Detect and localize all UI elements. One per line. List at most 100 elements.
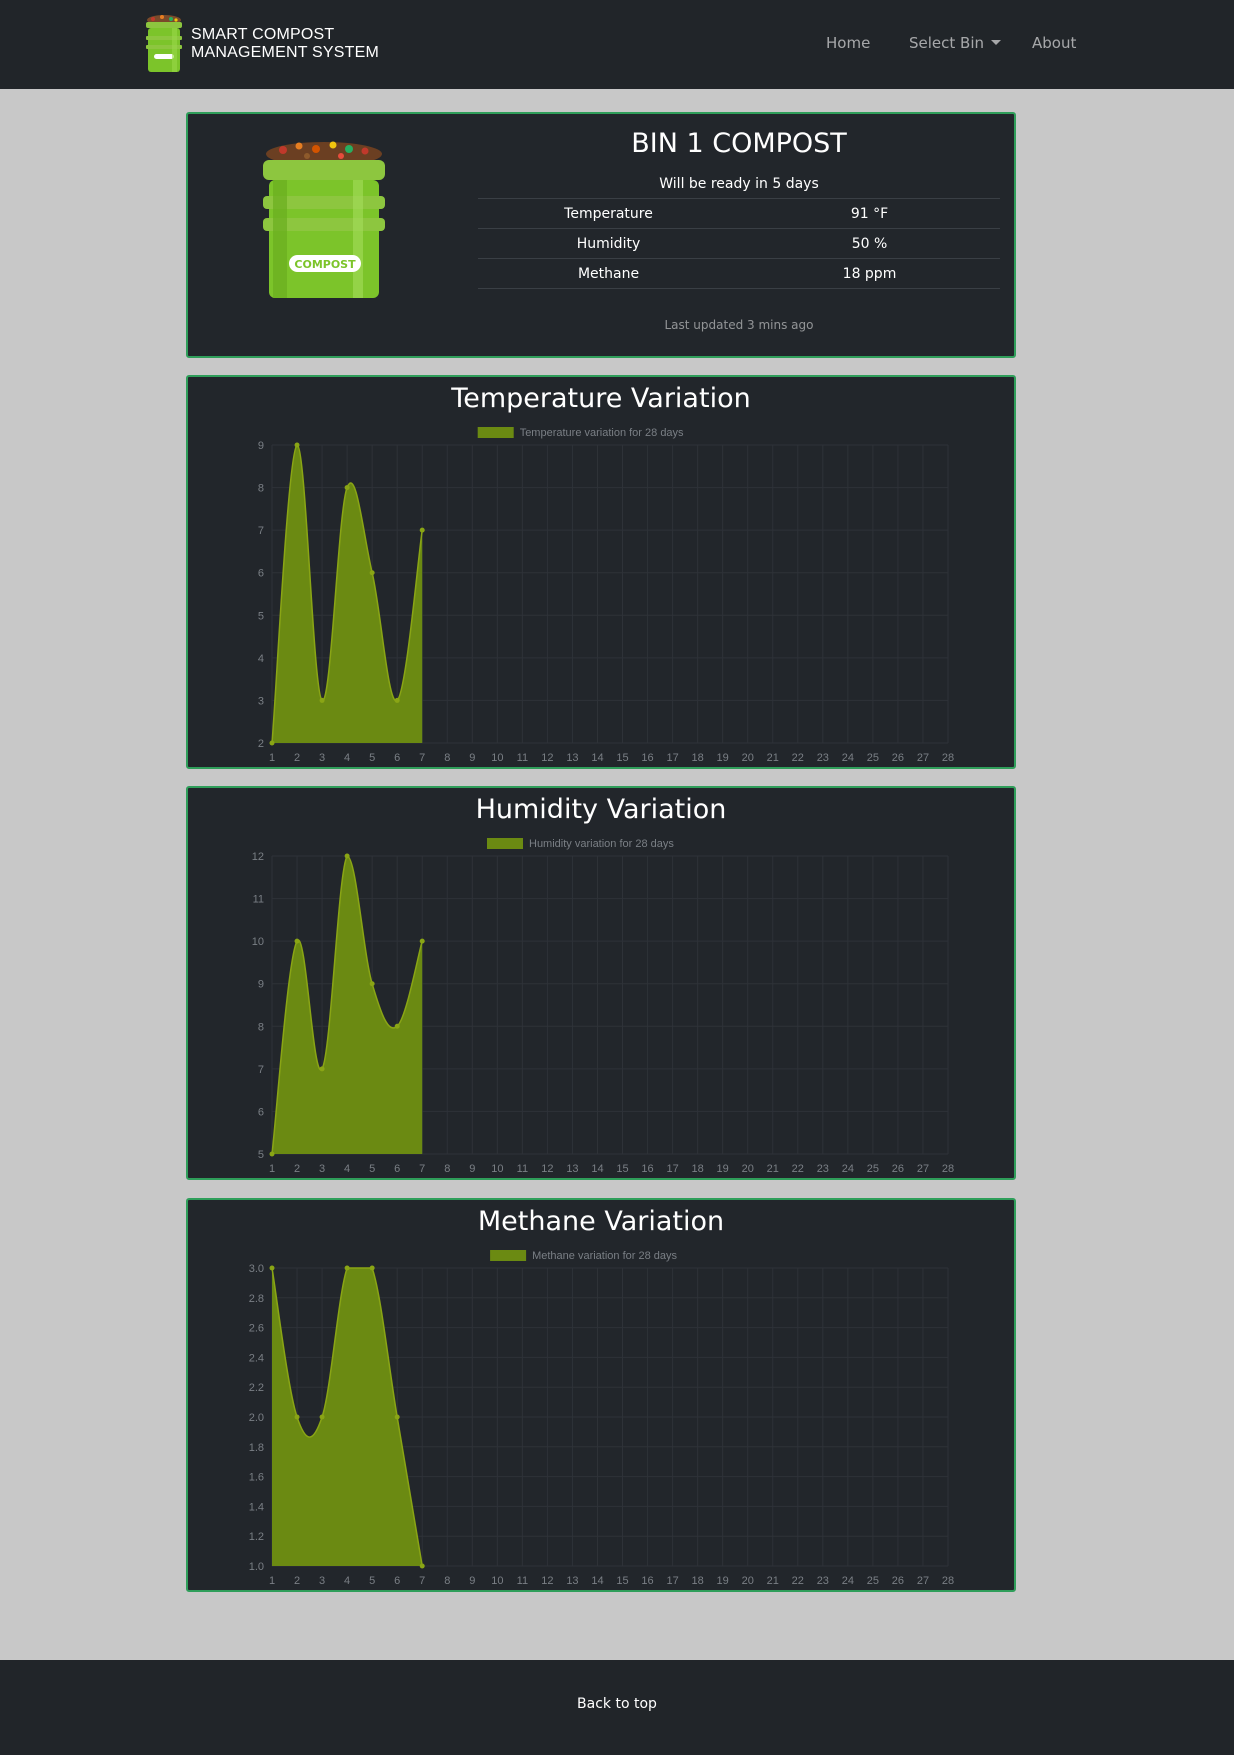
y-tick-label: 1.6 bbox=[249, 1472, 264, 1484]
x-tick-label: 12 bbox=[541, 752, 553, 764]
x-tick-label: 3 bbox=[319, 1575, 325, 1587]
x-tick-label: 12 bbox=[541, 1163, 553, 1175]
series-area bbox=[272, 856, 423, 1154]
x-tick-label: 26 bbox=[892, 752, 904, 764]
y-tick-label: 9 bbox=[258, 440, 264, 452]
nav-links: Home Select Bin About bbox=[0, 34, 1234, 56]
nav-home-link[interactable]: Home bbox=[826, 34, 870, 52]
nav-about-link[interactable]: About bbox=[1032, 34, 1076, 52]
data-point bbox=[369, 1265, 375, 1271]
data-point bbox=[419, 938, 425, 944]
x-tick-label: 21 bbox=[767, 1575, 779, 1587]
reading-value: 91 °F bbox=[739, 198, 1000, 229]
x-tick-label: 20 bbox=[742, 1575, 754, 1587]
x-tick-label: 6 bbox=[394, 1575, 400, 1587]
x-tick-label: 27 bbox=[917, 1163, 929, 1175]
x-tick-label: 11 bbox=[517, 1163, 528, 1175]
data-point bbox=[344, 853, 350, 859]
x-tick-label: 23 bbox=[817, 1163, 829, 1175]
data-point bbox=[269, 1151, 275, 1157]
table-row: Temperature 91 °F bbox=[478, 198, 1000, 229]
x-tick-label: 25 bbox=[867, 1575, 879, 1587]
x-tick-label: 27 bbox=[917, 1575, 929, 1587]
y-tick-label: 6 bbox=[258, 568, 264, 580]
x-tick-label: 19 bbox=[717, 1575, 729, 1587]
x-tick-label: 18 bbox=[692, 752, 704, 764]
x-tick-label: 22 bbox=[792, 1575, 804, 1587]
x-tick-label: 1 bbox=[269, 1163, 275, 1175]
x-tick-label: 18 bbox=[692, 1163, 704, 1175]
x-tick-label: 4 bbox=[344, 752, 350, 764]
chart-legend: Humidity variation for 28 days bbox=[487, 838, 674, 850]
x-tick-label: 12 bbox=[541, 1575, 553, 1587]
data-point bbox=[294, 1414, 300, 1420]
data-point bbox=[344, 485, 350, 491]
x-tick-label: 9 bbox=[469, 1163, 475, 1175]
x-tick-label: 20 bbox=[742, 752, 754, 764]
x-tick-label: 1 bbox=[269, 752, 275, 764]
x-tick-label: 2 bbox=[294, 1575, 300, 1587]
methane-chart: Methane variation for 28 days 1.0 1.2 1.4 1.… bbox=[249, 1250, 954, 1587]
data-point bbox=[419, 1563, 425, 1569]
data-point bbox=[269, 1265, 275, 1271]
x-tick-label: 3 bbox=[319, 1163, 325, 1175]
y-tick-label: 2.8 bbox=[249, 1293, 264, 1305]
x-tick-label: 27 bbox=[917, 752, 929, 764]
bin-info-card: COMPOST BIN 1 COMPOST Will be ready in 5… bbox=[186, 112, 1016, 358]
data-point bbox=[394, 697, 400, 703]
y-tick-label: 1.2 bbox=[249, 1531, 264, 1543]
chart-legend: Methane variation for 28 days bbox=[490, 1250, 678, 1262]
legend-swatch bbox=[487, 838, 523, 849]
y-tick-label: 1.8 bbox=[249, 1442, 264, 1454]
data-point bbox=[419, 527, 425, 533]
reading-label: Temperature bbox=[478, 198, 739, 229]
y-tick-label: 6 bbox=[258, 1106, 264, 1118]
x-tick-label: 5 bbox=[369, 752, 375, 764]
x-tick-label: 17 bbox=[666, 1575, 678, 1587]
x-tick-label: 8 bbox=[444, 1575, 450, 1587]
y-tick-label: 2.6 bbox=[249, 1323, 264, 1335]
reading-label: Humidity bbox=[478, 228, 739, 259]
humidity-chart-card: Humidity Variation Humidity variation fo… bbox=[186, 786, 1016, 1180]
x-tick-label: 13 bbox=[566, 1575, 578, 1587]
compost-bin-image: COMPOST bbox=[263, 141, 385, 298]
y-tick-label: 10 bbox=[252, 936, 264, 948]
bin-title: BIN 1 COMPOST bbox=[631, 128, 847, 159]
y-tick-label: 3 bbox=[258, 695, 264, 707]
y-tick-label: 7 bbox=[258, 1064, 264, 1076]
nav-select-bin-dropdown[interactable]: Select Bin bbox=[909, 34, 1002, 52]
x-tick-label: 4 bbox=[344, 1163, 350, 1175]
x-tick-label: 5 bbox=[369, 1575, 375, 1587]
x-tick-label: 20 bbox=[742, 1163, 754, 1175]
x-tick-label: 8 bbox=[444, 1163, 450, 1175]
back-to-top-link[interactable]: Back to top bbox=[0, 1696, 1234, 1712]
y-tick-label: 7 bbox=[258, 525, 264, 537]
chart-legend: Temperature variation for 28 days bbox=[477, 427, 684, 439]
readings-table: Temperature 91 °F Humidity 50 % Methane … bbox=[478, 198, 1000, 289]
legend-swatch bbox=[490, 1250, 527, 1261]
x-tick-label: 24 bbox=[842, 1163, 854, 1175]
x-tick-label: 7 bbox=[419, 752, 425, 764]
x-tick-label: 6 bbox=[394, 1163, 400, 1175]
nav-select-bin-label: Select Bin bbox=[909, 34, 985, 52]
data-point bbox=[319, 697, 325, 703]
data-point bbox=[269, 740, 275, 746]
bin-image-label: COMPOST bbox=[294, 258, 356, 271]
x-tick-label: 23 bbox=[817, 1575, 829, 1587]
x-tick-label: 9 bbox=[469, 752, 475, 764]
reading-value: 18 ppm bbox=[739, 258, 1000, 289]
y-tick-label: 3.0 bbox=[249, 1263, 264, 1275]
y-tick-label: 9 bbox=[258, 979, 264, 991]
y-tick-label: 8 bbox=[258, 1021, 264, 1033]
y-tick-label: 12 bbox=[252, 851, 264, 863]
data-point bbox=[344, 1265, 350, 1271]
temperature-chart: Temperature variation for 28 days2345678… bbox=[258, 427, 954, 764]
y-tick-label: 11 bbox=[253, 894, 264, 906]
x-tick-label: 10 bbox=[491, 1163, 503, 1175]
x-tick-label: 24 bbox=[842, 752, 854, 764]
data-point bbox=[394, 1023, 400, 1029]
x-tick-label: 7 bbox=[419, 1575, 425, 1587]
y-tick-label: 2 bbox=[258, 738, 264, 750]
data-point bbox=[319, 1414, 325, 1420]
x-tick-label: 19 bbox=[717, 1163, 729, 1175]
